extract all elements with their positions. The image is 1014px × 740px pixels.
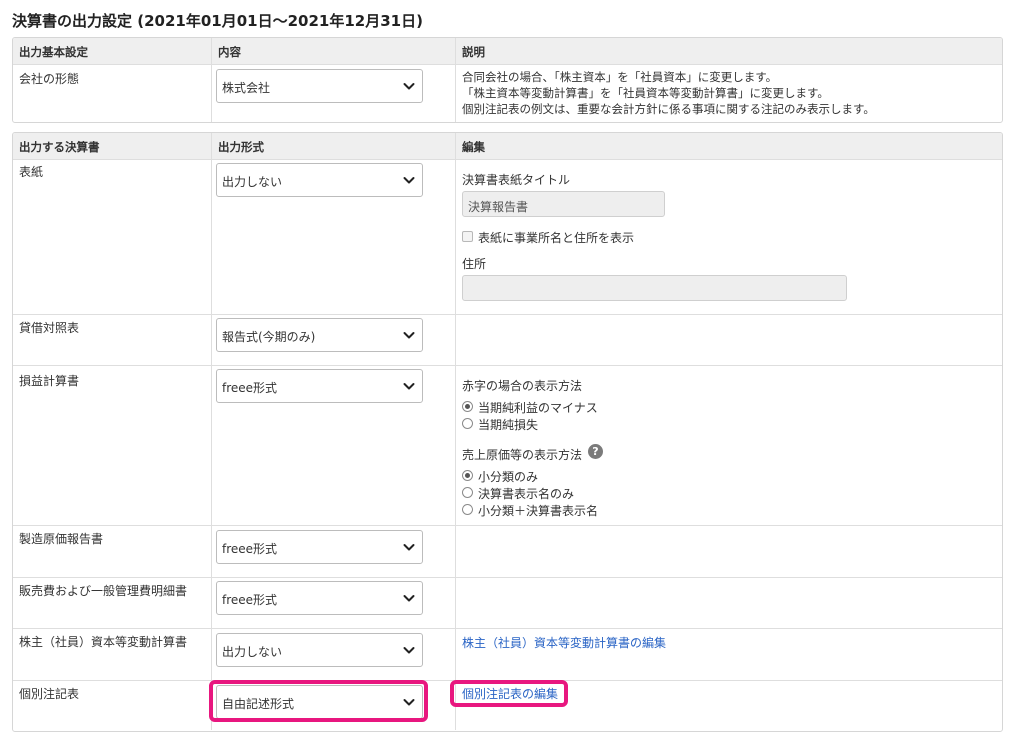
- column-header: 出力する決算書: [19, 140, 100, 154]
- cogs-option-label: 小分類＋決算書表示名: [478, 504, 599, 518]
- select-value: freee形式: [222, 593, 278, 607]
- table-row-manufacturing-cost: 製造原価報告書 freee形式: [13, 525, 1002, 577]
- equity-changes-output-select[interactable]: 出力しない: [216, 633, 423, 667]
- table-row-balance-sheet: 貸借対照表 報告式(今期のみ): [13, 314, 1002, 365]
- row-label: 表紙: [19, 165, 44, 179]
- select-value: 出力しない: [222, 175, 283, 189]
- cover-title-value: 決算報告書: [468, 200, 529, 214]
- select-value: freee形式: [222, 542, 278, 556]
- cover-title-field[interactable]: 決算報告書: [462, 191, 665, 217]
- sga-details-output-select[interactable]: freee形式: [216, 581, 423, 615]
- chevron-down-icon: [403, 383, 415, 390]
- table-row-equity-changes: 株主（社員）資本等変動計算書 出力しない 株主（社員）資本等変動計算書の編集: [13, 628, 1002, 680]
- chevron-down-icon: [403, 544, 415, 551]
- company-type-select[interactable]: 株式会社: [216, 69, 423, 103]
- table-row-company-type: 会社の形態 株式会社 合同会社の場合、「株主資本」を「社員資本」に変更します。 …: [13, 64, 1002, 122]
- cogs-option-radio[interactable]: [462, 504, 473, 515]
- address-label: 住所: [462, 257, 487, 271]
- column-header: 内容: [218, 45, 241, 59]
- column-header: 出力形式: [218, 140, 264, 154]
- row-label: 製造原価報告書: [19, 532, 104, 546]
- chevron-down-icon: [403, 177, 415, 184]
- select-value: 出力しない: [222, 645, 283, 659]
- chevron-down-icon: [403, 595, 415, 602]
- table-row-cover: 表紙 出力しない 決算書表紙タイトル 決算報告書 表紙に事業所名と住所を表示 住…: [13, 159, 1002, 314]
- select-value: 報告式(今期のみ): [222, 330, 316, 344]
- company-type-description: 合同会社の場合、「株主資本」を「社員資本」に変更します。 「株主資本等変動計算書…: [462, 69, 875, 117]
- loss-display-label: 赤字の場合の表示方法: [462, 379, 583, 393]
- help-icon[interactable]: ?: [588, 444, 603, 459]
- row-label: 会社の形態: [19, 72, 80, 86]
- show-address-checkbox[interactable]: [462, 231, 473, 242]
- chevron-down-icon: [403, 83, 415, 90]
- cogs-option-radio[interactable]: [462, 470, 473, 481]
- cover-output-select[interactable]: 出力しない: [216, 163, 423, 197]
- loss-option-radio[interactable]: [462, 401, 473, 412]
- column-header: 説明: [462, 45, 485, 59]
- manufacturing-cost-output-select[interactable]: freee形式: [216, 530, 423, 564]
- statements-table: 出力する決算書 出力形式 編集 表紙 出力しない 決算書表紙タイトル 決算報告書…: [12, 132, 1003, 732]
- balance-sheet-output-select[interactable]: 報告式(今期のみ): [216, 318, 423, 352]
- row-label: 販売費および一般管理費明細書: [19, 584, 188, 598]
- cogs-option-label: 小分類のみ: [478, 470, 539, 484]
- select-value: 株式会社: [222, 81, 271, 95]
- loss-option-radio[interactable]: [462, 418, 473, 429]
- row-label: 個別注記表: [19, 687, 80, 701]
- column-header: 出力基本設定: [19, 45, 88, 59]
- cover-title-label: 決算書表紙タイトル: [462, 173, 571, 187]
- description-line: 個別注記表の例文は、重要な会計方針に係る事項に関する注記のみ表示します。: [462, 102, 875, 116]
- notes-select-highlight: [209, 680, 428, 722]
- cogs-display-label: 売上原価等の表示方法: [462, 448, 583, 462]
- loss-option-label: 当期純利益のマイナス: [478, 401, 598, 415]
- cogs-option-radio[interactable]: [462, 487, 473, 498]
- page-title: 決算書の出力設定 (2021年01月01日〜2021年12月31日): [12, 12, 423, 30]
- income-statement-output-select[interactable]: freee形式: [216, 369, 423, 403]
- basic-settings-table: 出力基本設定 内容 説明 会社の形態 株式会社 合同会社の場合、「株主資本」を「…: [12, 37, 1003, 123]
- cover-edit-panel: 決算書表紙タイトル 決算報告書 表紙に事業所名と住所を表示 住所: [455, 160, 1002, 314]
- show-address-label: 表紙に事業所名と住所を表示: [478, 231, 635, 245]
- equity-changes-edit-link[interactable]: 株主（社員）資本等変動計算書の編集: [462, 634, 666, 651]
- row-label: 損益計算書: [19, 374, 80, 388]
- chevron-down-icon: [403, 332, 415, 339]
- loss-option-label: 当期純損失: [478, 418, 539, 432]
- notes-link-highlight: [450, 680, 568, 707]
- select-value: freee形式: [222, 381, 278, 395]
- description-line: 合同会社の場合、「株主資本」を「社員資本」に変更します。: [462, 70, 778, 84]
- table-row-sga-details: 販売費および一般管理費明細書 freee形式: [13, 577, 1002, 628]
- settings-page: 決算書の出力設定 (2021年01月01日〜2021年12月31日) 出力基本設…: [0, 0, 1014, 740]
- table-header-row: 出力する決算書 出力形式 編集: [13, 133, 1002, 159]
- description-line: 「株主資本等変動計算書」を「社員資本等変動計算書」に変更します。: [462, 86, 829, 100]
- chevron-down-icon: [403, 647, 415, 654]
- income-statement-edit-panel: 赤字の場合の表示方法 当期純利益のマイナス 当期純損失 売上原価等の表示方法 ?…: [455, 366, 1002, 525]
- row-label: 貸借対照表: [19, 321, 80, 335]
- cogs-option-label: 決算書表示名のみ: [478, 487, 575, 501]
- column-header: 編集: [462, 140, 485, 154]
- address-field[interactable]: [462, 275, 847, 301]
- table-row-income-statement: 損益計算書 freee形式 赤字の場合の表示方法 当期純利益のマイナス 当期純損…: [13, 365, 1002, 525]
- row-label: 株主（社員）資本等変動計算書: [19, 635, 188, 649]
- table-header-row: 出力基本設定 内容 説明: [13, 38, 1002, 64]
